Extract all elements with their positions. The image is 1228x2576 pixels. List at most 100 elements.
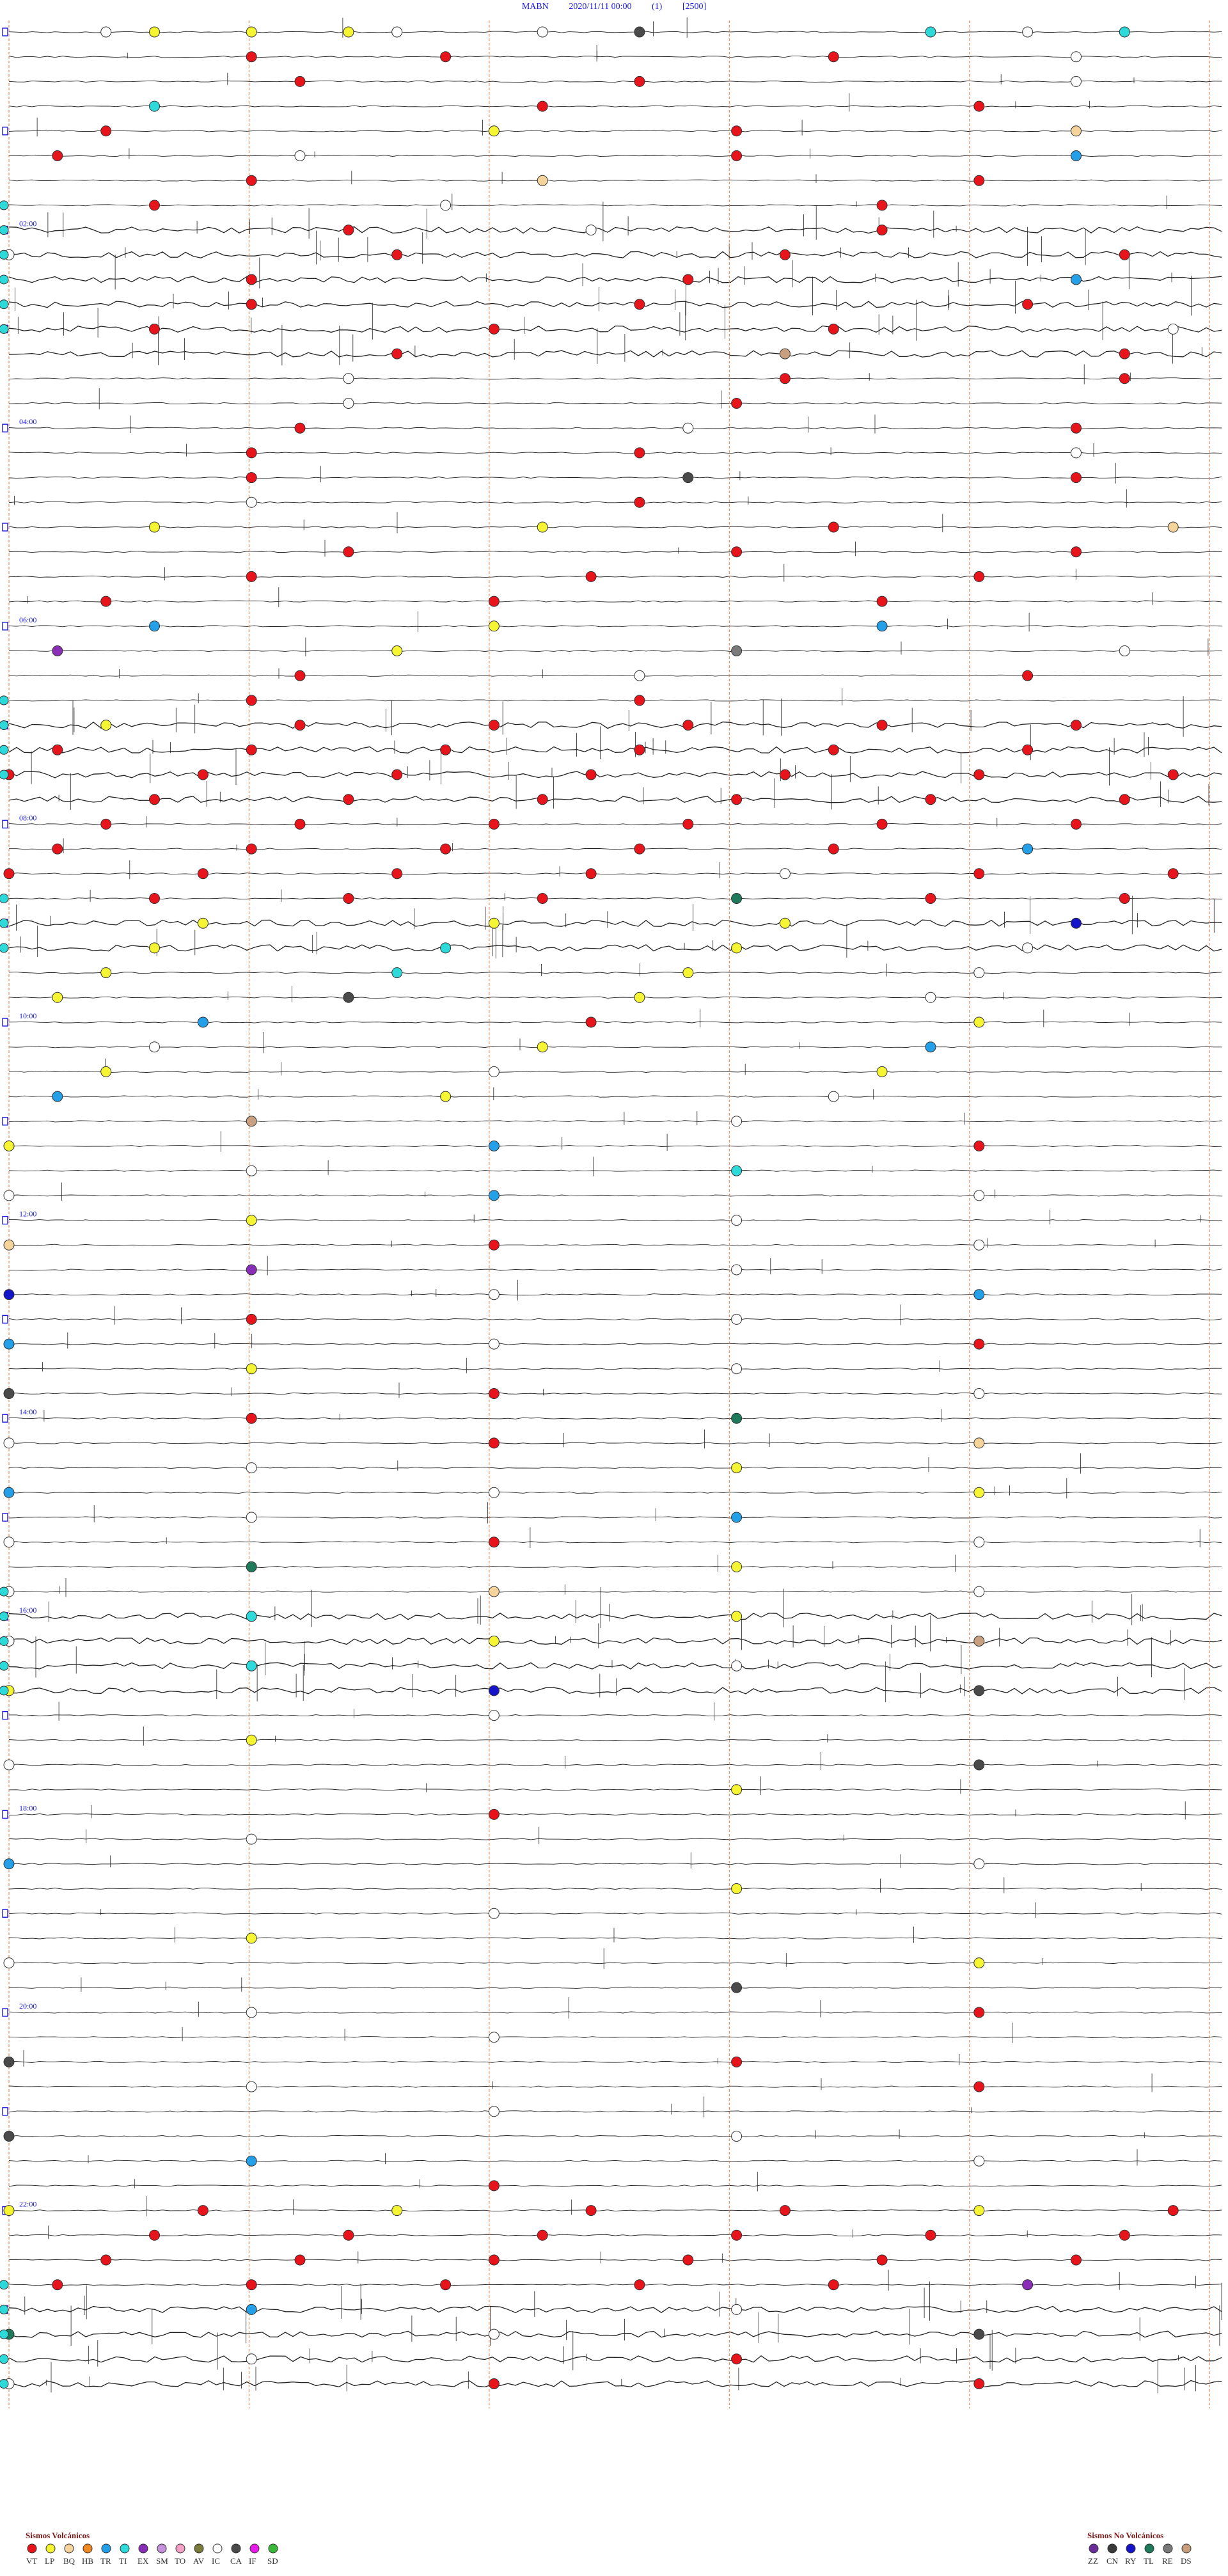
trace-row <box>8 251 1222 258</box>
event-marker-ic <box>100 26 112 38</box>
event-marker-vt <box>440 843 452 855</box>
trace-row <box>9 1714 1222 1717</box>
event-marker-ic <box>731 1215 743 1226</box>
trace-row <box>8 722 1222 729</box>
event-marker-ic <box>246 1512 257 1523</box>
event-marker-vt <box>246 274 257 285</box>
event-marker-ds <box>973 1636 985 1647</box>
legend-swatch-bq <box>64 2543 74 2554</box>
event-marker-vt <box>149 893 160 904</box>
trace-row <box>8 2085 1222 2088</box>
legend-code-re: RE <box>1162 2556 1173 2566</box>
trace-row <box>8 649 1222 652</box>
tremor-marker <box>0 918 9 928</box>
trace-row <box>8 501 1222 503</box>
event-marker-bq <box>1167 521 1179 533</box>
event-marker-vt <box>731 398 743 409</box>
event-marker-ic <box>3 1957 15 1969</box>
event-marker-lp <box>343 26 354 38</box>
event-marker-lp <box>197 917 209 929</box>
legend-swatch-ti <box>120 2543 130 2554</box>
event-marker-ic <box>1071 447 1082 459</box>
trace-row <box>8 2355 1222 2363</box>
event-marker-vt <box>149 2229 160 2241</box>
event-marker-vt <box>294 720 306 731</box>
trace-row <box>8 1244 1222 1246</box>
event-marker-ic <box>149 1041 160 1053</box>
event-marker-ic <box>488 1710 500 1721</box>
event-marker-lp <box>391 645 403 656</box>
legend-swatch-if <box>249 2543 260 2554</box>
event-marker-ti <box>440 942 452 954</box>
trace-row <box>8 130 1222 132</box>
event-marker-ca <box>682 472 694 484</box>
event-marker-vt <box>537 2229 548 2241</box>
trace-row <box>8 972 1222 974</box>
event-marker-lp <box>731 1784 743 1796</box>
hour-marker <box>2 423 8 432</box>
legend-code-ic: IC <box>212 2556 220 2566</box>
hour-marker <box>2 2008 8 2017</box>
event-marker-bq <box>1071 125 1082 137</box>
event-marker-vt <box>973 100 985 112</box>
event-marker-vt <box>1022 670 1034 681</box>
event-marker-ry <box>3 1289 15 1300</box>
event-marker-vt <box>634 447 645 459</box>
legend-code-vt: VT <box>26 2556 37 2566</box>
event-marker-tl <box>731 893 743 904</box>
event-marker-vt <box>634 2279 645 2291</box>
event-marker-vt <box>246 695 257 706</box>
event-marker-vt <box>246 447 257 459</box>
event-marker-ic <box>731 2131 743 2142</box>
event-marker-vt <box>197 868 209 880</box>
legend-code-cn: CN <box>1106 2556 1119 2566</box>
event-marker-lp <box>440 1091 452 1102</box>
event-marker-ic <box>731 1660 743 1671</box>
event-marker-vt <box>246 843 257 855</box>
trace-row <box>8 1986 1222 1989</box>
trace-row <box>8 1194 1222 1197</box>
trace-row <box>8 1144 1222 1148</box>
time-labels: 02:00 04:00 06:00 08:00 10:00 12:00 14:00 16:00… <box>19 219 36 2209</box>
legend-swatch-av <box>194 2543 204 2554</box>
channel-number: (1) <box>652 2 663 12</box>
legend-code-av: AV <box>193 2556 205 2566</box>
event-marker-vt <box>973 175 985 186</box>
event-marker-vt <box>246 175 257 186</box>
event-marker-lp <box>731 1611 743 1622</box>
event-marker-vt <box>1022 299 1034 310</box>
event-marker-ca <box>973 1759 985 1771</box>
legend-swatch-lp <box>45 2543 56 2554</box>
event-marker-ic <box>973 1239 985 1251</box>
legend-code-if: IF <box>249 2556 256 2566</box>
event-marker-ti <box>925 26 936 38</box>
event-marker-vt <box>391 769 403 780</box>
event-marker-vt <box>52 744 63 755</box>
event-marker-ic <box>343 398 354 409</box>
legend-swatch-ds <box>1181 2543 1192 2554</box>
event-marker-vt <box>1071 422 1082 434</box>
event-marker-vt <box>1119 794 1130 805</box>
event-marker-ca <box>973 1685 985 1696</box>
event-marker-lp <box>246 1363 257 1375</box>
tremor-marker <box>0 2379 9 2389</box>
tremor-marker <box>0 1611 9 1622</box>
trace-row <box>8 1687 1222 1695</box>
event-marker-tr <box>149 620 160 632</box>
event-marker-tl <box>731 1412 743 1424</box>
tremor-marker <box>0 1661 9 1671</box>
trace-row <box>8 2060 1222 2063</box>
event-marker-vt <box>973 2007 985 2018</box>
trace-row <box>8 551 1222 553</box>
station-code: MABN <box>521 2 549 12</box>
trace-row <box>8 600 1222 603</box>
event-marker-vt <box>488 720 500 731</box>
trace-row <box>8 2011 1222 2014</box>
event-marker-vt <box>488 1537 500 1548</box>
event-marker-vt <box>1071 472 1082 484</box>
event-marker-ic <box>488 1487 500 1498</box>
event-marker-vt <box>343 794 354 805</box>
event-marker-vt <box>294 422 306 434</box>
trace-row <box>8 897 1222 900</box>
tremor-marker <box>0 720 9 731</box>
